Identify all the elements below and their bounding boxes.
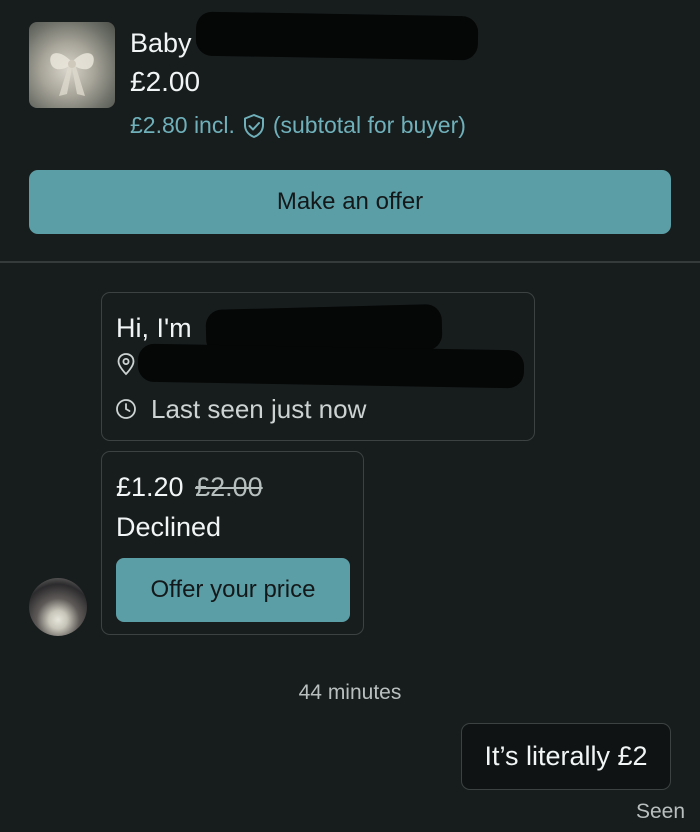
shield-check-icon bbox=[241, 113, 267, 139]
sent-message-bubble[interactable]: It’s literally £2 bbox=[461, 723, 671, 790]
greeting: Hi, I'm bbox=[116, 313, 192, 343]
chat-screen: Baby £2.00 £2.80 incl. (subtotal for buy… bbox=[0, 0, 700, 832]
original-price: £2.00 bbox=[195, 472, 263, 502]
message-text: It’s literally £2 bbox=[484, 741, 648, 771]
seen-receipt: Seen bbox=[635, 800, 685, 823]
last-seen-status: Last seen just now bbox=[151, 394, 367, 424]
item-thumbnail[interactable] bbox=[29, 22, 115, 108]
buyer-price[interactable]: £2.80 incl. (subtotal for buyer) bbox=[130, 112, 466, 139]
redaction bbox=[137, 343, 525, 389]
offer-prices: £1.20 £2.00 bbox=[116, 472, 263, 503]
offer-your-price-button[interactable]: Offer your price bbox=[116, 558, 350, 622]
clock-icon bbox=[115, 398, 137, 420]
offer-status: Declined bbox=[116, 512, 222, 542]
item-price: £2.00 bbox=[130, 66, 201, 97]
redaction bbox=[195, 11, 479, 61]
bow-image-icon bbox=[50, 53, 94, 96]
buyer-price-amount: £2.80 incl. bbox=[130, 112, 235, 138]
seller-avatar[interactable] bbox=[29, 578, 87, 636]
offer-price: £1.20 bbox=[116, 472, 184, 502]
buyer-price-note: (subtotal for buyer) bbox=[272, 112, 466, 138]
seller-profile-card[interactable]: Hi, I'm Last seen just now bbox=[101, 292, 535, 441]
location-pin-icon bbox=[115, 352, 137, 376]
item-title-text: Baby bbox=[130, 28, 192, 58]
item-title[interactable]: Baby bbox=[130, 28, 192, 59]
offer-card: £1.20 £2.00 Declined Offer your price bbox=[101, 451, 364, 635]
divider bbox=[0, 261, 700, 263]
item-header: Baby £2.00 £2.80 incl. (subtotal for buy… bbox=[0, 0, 700, 262]
make-offer-button[interactable]: Make an offer bbox=[29, 170, 671, 234]
message-timestamp: 44 minutes bbox=[298, 681, 402, 704]
